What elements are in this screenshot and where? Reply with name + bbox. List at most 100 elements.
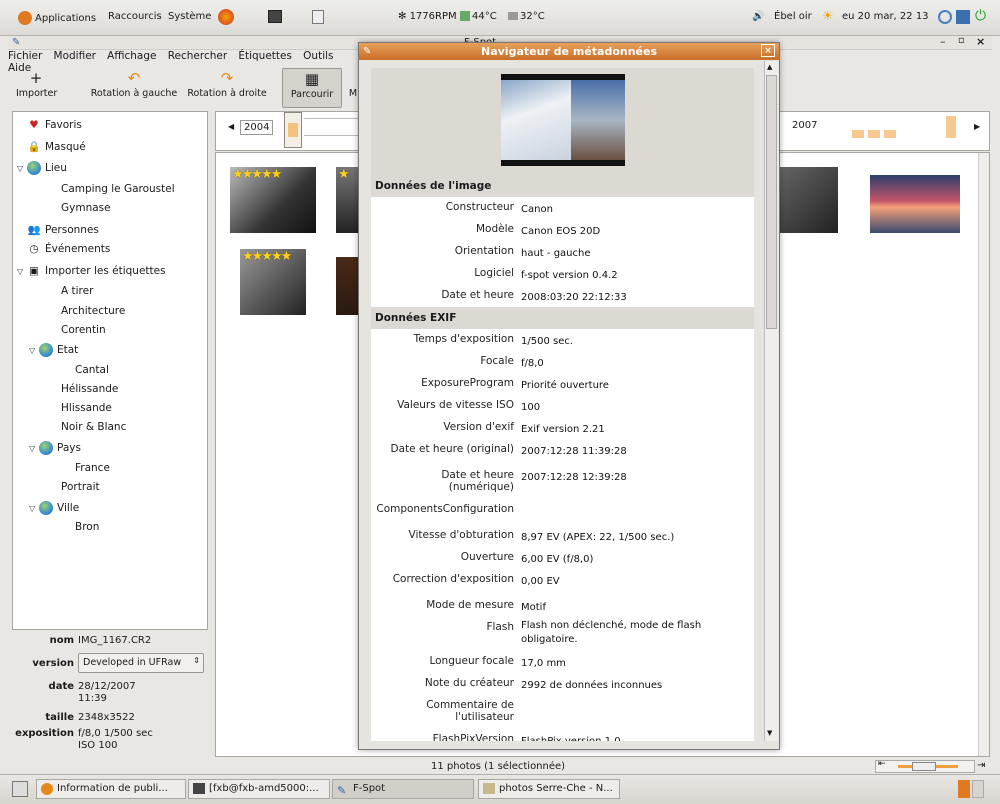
- tag-tree-item[interactable]: Hlissande: [61, 402, 112, 414]
- chip-icon: [460, 11, 470, 21]
- people-icon: 👥: [27, 224, 41, 236]
- tag-tree-item[interactable]: ▽ Ville: [29, 501, 79, 515]
- task-fspot[interactable]: ✎ F-Spot: [332, 779, 474, 799]
- editor-icon[interactable]: [312, 10, 324, 24]
- import-button[interactable]: + Importer: [16, 68, 57, 108]
- zoom-thumb[interactable]: [912, 762, 936, 771]
- plus-icon: +: [29, 69, 43, 87]
- quit-icon[interactable]: ⏻: [975, 8, 986, 24]
- terminal-icon[interactable]: [268, 10, 282, 23]
- metadata-key: Mode de mesure: [426, 599, 514, 611]
- tag-tree-item[interactable]: ▽ Lieu: [17, 161, 67, 175]
- tag-tree-item[interactable]: Portrait: [61, 481, 100, 493]
- maximize-button[interactable]: ▫: [958, 35, 965, 46]
- metadata-value: Canon: [521, 204, 553, 215]
- zoom-slider[interactable]: ⇤: [875, 759, 975, 773]
- tag-tree-item[interactable]: Architecture: [61, 305, 125, 317]
- show-desktop-icon[interactable]: [12, 781, 28, 797]
- firefox-icon[interactable]: [218, 9, 234, 25]
- metadata-key: Orientation: [454, 245, 514, 257]
- metadata-row: Orientation haut - gauche: [371, 241, 754, 263]
- metadata-value: 0,00 EV: [521, 576, 560, 587]
- minimize-button[interactable]: –: [940, 35, 946, 48]
- expander-icon[interactable]: ▽: [29, 444, 39, 453]
- gallery-scrollbar[interactable]: [978, 153, 989, 756]
- menu-edit[interactable]: Modifier: [54, 50, 96, 62]
- photo-thumbnail[interactable]: ★★★★★: [230, 167, 316, 233]
- tag-tree-item[interactable]: ◷ Événements: [27, 243, 110, 255]
- photo-info-panel: nom IMG_1167.CR2 version Developed in UF…: [12, 632, 208, 752]
- timeline-right-arrow[interactable]: ▶: [974, 122, 980, 131]
- menu-tools[interactable]: Outils: [303, 50, 333, 62]
- dialog-close-button[interactable]: ×: [761, 44, 775, 57]
- clock[interactable]: eu 20 mar, 22 13: [842, 11, 929, 22]
- volume-control[interactable]: 🔊: [752, 11, 764, 22]
- tag-label: Pays: [57, 442, 81, 454]
- tag-tree-item[interactable]: Camping le Garoustel: [61, 183, 175, 195]
- user-name[interactable]: Ébel oir: [774, 11, 812, 22]
- timeline-left-arrow[interactable]: ◀: [228, 122, 234, 131]
- workspace-2[interactable]: [972, 780, 984, 798]
- expander-icon[interactable]: ▽: [29, 504, 39, 513]
- metadata-row: Longueur focale 17,0 mm: [371, 651, 754, 673]
- menu-tags[interactable]: Étiquettes: [238, 50, 292, 62]
- expander-icon[interactable]: ▽: [17, 164, 27, 173]
- photo-thumbnail[interactable]: [778, 167, 838, 233]
- zoom-in-icon[interactable]: ⇥: [977, 760, 985, 771]
- tag-tree-item[interactable]: Cantal: [75, 364, 109, 376]
- browse-button[interactable]: ▦ Parcourir: [282, 68, 342, 108]
- tag-tree-item[interactable]: Noir & Blanc: [61, 421, 126, 433]
- update-icon[interactable]: [938, 10, 952, 24]
- menu-file[interactable]: Fichier: [8, 50, 42, 62]
- tag-tree-item[interactable]: Bron: [75, 521, 99, 533]
- timeline-bar: [868, 130, 880, 138]
- status-text: 11 photos (1 sélectionnée): [431, 761, 566, 772]
- task-nautilus[interactable]: photos Serre-Che - N...: [478, 779, 620, 799]
- metadata-list: Données de l'image Constructeur Canon Modèl…: [371, 68, 754, 741]
- menu-view[interactable]: Affichage: [107, 50, 156, 62]
- shortcuts-menu[interactable]: Raccourcis: [108, 11, 162, 22]
- photo-thumbnail[interactable]: ★★★★★: [240, 249, 306, 315]
- tag-tree-item[interactable]: ▽ Etat: [29, 343, 78, 357]
- menu-find[interactable]: Rechercher: [168, 50, 227, 62]
- metadata-key: Constructeur: [445, 201, 514, 213]
- tag-tree-item[interactable]: Gymnase: [61, 202, 111, 214]
- fspot-icon: ✎: [337, 784, 347, 797]
- tag-tree-item[interactable]: ♥ Favoris: [27, 119, 82, 131]
- photo-thumbnail[interactable]: [870, 175, 960, 233]
- tag-tree-item[interactable]: 👥 Personnes: [27, 223, 98, 236]
- expander-icon[interactable]: ▽: [29, 346, 39, 355]
- version-select[interactable]: Developed in UFRaw ⇕: [78, 653, 204, 673]
- timeline-year-start: 2004: [240, 120, 274, 135]
- tag-tree-item[interactable]: ▽ Pays: [29, 441, 81, 455]
- metadata-value: 17,0 mm: [521, 658, 566, 669]
- system-menu[interactable]: Système: [168, 11, 211, 22]
- dialog-scrollbar[interactable]: ▲ ▼: [764, 61, 778, 741]
- tag-tree-item[interactable]: A tirer: [61, 285, 93, 297]
- applications-menu[interactable]: Applications: [18, 11, 96, 25]
- scroll-thumb[interactable]: [766, 75, 777, 329]
- task-firefox[interactable]: Information de publi...: [36, 779, 186, 799]
- network-icon[interactable]: [956, 10, 970, 24]
- expander-icon[interactable]: ▽: [17, 267, 27, 276]
- tag-label: Bron: [75, 521, 100, 533]
- rotate-right-button[interactable]: ↷ Rotation à droite: [183, 68, 271, 108]
- task-terminal[interactable]: [fxb@fxb-amd5000:...: [188, 779, 330, 799]
- scroll-up-icon[interactable]: ▲: [767, 63, 772, 71]
- tag-tree-item[interactable]: Corentin: [61, 324, 106, 336]
- tag-tree-item[interactable]: 🔒 Masqué: [27, 140, 85, 153]
- metadata-key: Flash: [486, 621, 514, 633]
- window-menu-icon[interactable]: ✎: [12, 37, 20, 48]
- workspace-1[interactable]: [958, 780, 970, 798]
- scroll-down-icon[interactable]: ▼: [767, 729, 772, 737]
- tag-tree-item[interactable]: ▽ ▣ Importer les étiquettes: [17, 265, 166, 277]
- tag-tree-item[interactable]: Hélissande: [61, 383, 118, 395]
- timeline-handle[interactable]: [284, 112, 302, 148]
- close-button[interactable]: ×: [976, 35, 985, 48]
- tag-label: Favoris: [45, 119, 82, 131]
- metadata-row: Flash Flash non déclenché, mode de flash …: [371, 617, 754, 645]
- rotate-left-button[interactable]: ↶ Rotation à gauche: [88, 68, 180, 108]
- tag-tree-item[interactable]: France: [75, 462, 110, 474]
- firefox-icon: [41, 783, 53, 795]
- clock-icon: ◷: [29, 243, 39, 255]
